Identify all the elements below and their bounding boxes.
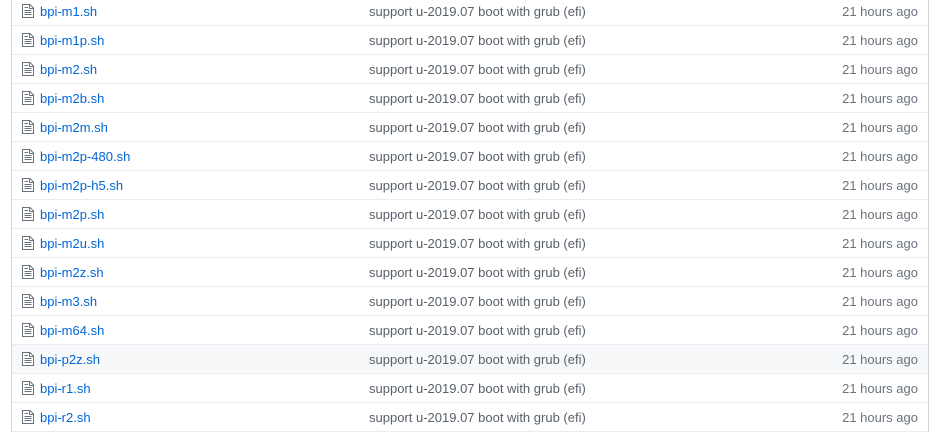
file-icon: [22, 178, 34, 192]
file-name-link[interactable]: bpi-m2p-480.sh: [40, 149, 130, 164]
file-row[interactable]: bpi-m2m.sh support u-2019.07 boot with gr…: [12, 113, 928, 142]
file-icon: [22, 33, 34, 47]
file-name-link[interactable]: bpi-m2m.sh: [40, 120, 108, 135]
file-name-link[interactable]: bpi-m2u.sh: [40, 236, 104, 251]
commit-message-link[interactable]: support u-2019.07 boot with grub (efi): [369, 294, 586, 309]
file-name-link[interactable]: bpi-m3.sh: [40, 294, 97, 309]
file-row[interactable]: bpi-m2p.sh support u-2019.07 boot with gr…: [12, 200, 928, 229]
commit-age: 21 hours ago: [842, 207, 918, 222]
file-name-link[interactable]: bpi-m2b.sh: [40, 91, 104, 106]
file-icon: [22, 352, 34, 366]
commit-age: 21 hours ago: [842, 352, 918, 367]
commit-age: 21 hours ago: [842, 4, 918, 19]
file-row[interactable]: bpi-m3.sh support u-2019.07 boot with gru…: [12, 287, 928, 316]
file-icon: [22, 4, 34, 18]
file-name-link[interactable]: bpi-p2z.sh: [40, 352, 100, 367]
file-row[interactable]: bpi-m2.sh support u-2019.07 boot with gru…: [12, 55, 928, 84]
file-icon: [22, 62, 34, 76]
commit-message-link[interactable]: support u-2019.07 boot with grub (efi): [369, 62, 586, 77]
file-row[interactable]: bpi-m2b.sh support u-2019.07 boot with gr…: [12, 84, 928, 113]
commit-age: 21 hours ago: [842, 294, 918, 309]
file-row[interactable]: bpi-p2z.sh support u-2019.07 boot with gr…: [12, 345, 928, 374]
file-name-link[interactable]: bpi-m64.sh: [40, 323, 104, 338]
file-row[interactable]: bpi-m64.sh support u-2019.07 boot with gr…: [12, 316, 928, 345]
file-row[interactable]: bpi-m1p.sh support u-2019.07 boot with gr…: [12, 26, 928, 55]
commit-message-link[interactable]: support u-2019.07 boot with grub (efi): [369, 149, 586, 164]
file-list: bpi-m1.sh support u-2019.07 boot with gru…: [11, 0, 929, 432]
file-icon: [22, 207, 34, 221]
commit-age: 21 hours ago: [842, 381, 918, 396]
file-icon: [22, 294, 34, 308]
file-icon: [22, 120, 34, 134]
commit-message-link[interactable]: support u-2019.07 boot with grub (efi): [369, 120, 586, 135]
commit-message-link[interactable]: support u-2019.07 boot with grub (efi): [369, 381, 586, 396]
commit-age: 21 hours ago: [842, 323, 918, 338]
file-row[interactable]: bpi-m2p-h5.sh support u-2019.07 boot with…: [12, 171, 928, 200]
file-icon: [22, 149, 34, 163]
file-row[interactable]: bpi-r2.sh support u-2019.07 boot with gru…: [12, 403, 928, 432]
file-name-link[interactable]: bpi-m1p.sh: [40, 33, 104, 48]
commit-message-link[interactable]: support u-2019.07 boot with grub (efi): [369, 91, 586, 106]
file-row[interactable]: bpi-m2z.sh support u-2019.07 boot with gr…: [12, 258, 928, 287]
file-name-link[interactable]: bpi-r2.sh: [40, 410, 91, 425]
file-icon: [22, 236, 34, 250]
commit-age: 21 hours ago: [842, 265, 918, 280]
commit-message-link[interactable]: support u-2019.07 boot with grub (efi): [369, 33, 586, 48]
commit-age: 21 hours ago: [842, 149, 918, 164]
file-name-link[interactable]: bpi-m2p.sh: [40, 207, 104, 222]
commit-age: 21 hours ago: [842, 33, 918, 48]
commit-age: 21 hours ago: [842, 62, 918, 77]
file-name-link[interactable]: bpi-m2.sh: [40, 62, 97, 77]
file-name-link[interactable]: bpi-m2z.sh: [40, 265, 104, 280]
commit-message-link[interactable]: support u-2019.07 boot with grub (efi): [369, 323, 586, 338]
file-icon: [22, 265, 34, 279]
file-icon: [22, 323, 34, 337]
commit-message-link[interactable]: support u-2019.07 boot with grub (efi): [369, 410, 586, 425]
commit-age: 21 hours ago: [842, 91, 918, 106]
commit-message-link[interactable]: support u-2019.07 boot with grub (efi): [369, 4, 586, 19]
file-name-link[interactable]: bpi-m1.sh: [40, 4, 97, 19]
commit-message-link[interactable]: support u-2019.07 boot with grub (efi): [369, 178, 586, 193]
commit-age: 21 hours ago: [842, 178, 918, 193]
commit-message-link[interactable]: support u-2019.07 boot with grub (efi): [369, 236, 586, 251]
file-name-link[interactable]: bpi-m2p-h5.sh: [40, 178, 123, 193]
file-icon: [22, 91, 34, 105]
file-row[interactable]: bpi-r1.sh support u-2019.07 boot with gru…: [12, 374, 928, 403]
file-row[interactable]: bpi-m2u.sh support u-2019.07 boot with gr…: [12, 229, 928, 258]
file-icon: [22, 381, 34, 395]
commit-age: 21 hours ago: [842, 236, 918, 251]
commit-message-link[interactable]: support u-2019.07 boot with grub (efi): [369, 207, 586, 222]
file-row[interactable]: bpi-m1.sh support u-2019.07 boot with gru…: [12, 0, 928, 26]
commit-message-link[interactable]: support u-2019.07 boot with grub (efi): [369, 352, 586, 367]
commit-age: 21 hours ago: [842, 120, 918, 135]
commit-age: 21 hours ago: [842, 410, 918, 425]
file-icon: [22, 410, 34, 424]
commit-message-link[interactable]: support u-2019.07 boot with grub (efi): [369, 265, 586, 280]
file-name-link[interactable]: bpi-r1.sh: [40, 381, 91, 396]
file-row[interactable]: bpi-m2p-480.sh support u-2019.07 boot wit…: [12, 142, 928, 171]
